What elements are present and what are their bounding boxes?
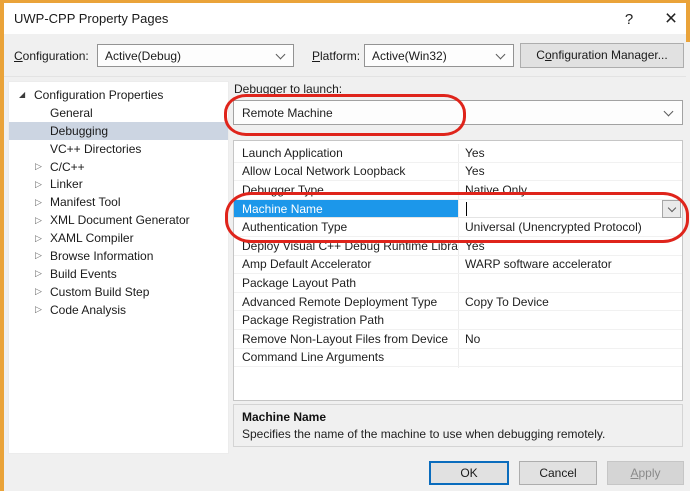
property-row[interactable]: Allow Local Network Loopback Yes xyxy=(234,163,682,182)
tree-item[interactable]: ▷ Manifest Tool xyxy=(9,193,228,211)
tree-item[interactable]: VC++ Directories xyxy=(9,140,228,158)
tree-item[interactable]: Debugging xyxy=(9,122,228,140)
tree-item-label: Code Analysis xyxy=(50,303,126,317)
tree-item[interactable]: ▷ XAML Compiler xyxy=(9,229,228,247)
property-name: Allow Local Network Loopback xyxy=(234,164,458,178)
description-panel: Machine Name Specifies the name of the m… xyxy=(233,404,683,447)
annotation-circle-remote-machine xyxy=(224,94,466,136)
tree-item[interactable]: ▷ Custom Build Step xyxy=(9,283,228,301)
window-title: UWP-CPP Property Pages xyxy=(14,11,168,26)
tree-expander-icon[interactable]: ▷ xyxy=(35,161,50,172)
window-border-left xyxy=(0,0,4,491)
property-pages-window: UWP-CPP Property Pages ? × Configuration… xyxy=(0,0,690,499)
tree-item[interactable]: ▷ Linker xyxy=(9,175,228,193)
tree-item[interactable]: ▷ Build Events xyxy=(9,265,228,283)
cancel-button[interactable]: Cancel xyxy=(519,461,597,485)
property-value: Yes xyxy=(458,146,682,160)
tree-item-label: XML Document Generator xyxy=(50,213,190,227)
property-name: Remove Non-Layout Files from Device xyxy=(234,332,458,346)
property-row[interactable]: Remove Non-Layout Files from Device No xyxy=(234,330,682,349)
tree-expander-icon[interactable]: ▷ xyxy=(35,286,50,297)
tree-item-label: VC++ Directories xyxy=(50,142,141,156)
chevron-down-icon xyxy=(664,107,674,117)
configuration-label: Configuration: xyxy=(14,49,89,63)
window-border-top xyxy=(0,0,690,3)
tree-item[interactable]: General xyxy=(9,104,228,122)
property-name: Launch Application xyxy=(234,146,458,160)
description-text: Specifies the name of the machine to use… xyxy=(242,427,674,441)
tree-expander-icon[interactable]: ▷ xyxy=(35,215,50,226)
tree-item[interactable]: ◢ Configuration Properties xyxy=(9,86,228,104)
property-name: Command Line Arguments xyxy=(234,350,458,364)
property-value: Yes xyxy=(458,164,682,178)
property-row[interactable]: Advanced Remote Deployment Type Copy To … xyxy=(234,293,682,312)
tree-item-label: Custom Build Step xyxy=(50,285,149,299)
platform-label: Platform: xyxy=(312,49,360,63)
platform-value: Active(Win32) xyxy=(372,49,447,63)
tree-item-label: C/C++ xyxy=(50,160,85,174)
tree-expander-icon[interactable]: ▷ xyxy=(35,268,50,279)
chevron-down-icon xyxy=(276,50,286,60)
property-name: Package Layout Path xyxy=(234,276,458,290)
property-row[interactable]: Package Registration Path xyxy=(234,311,682,330)
ok-button[interactable]: OK xyxy=(429,461,509,485)
platform-select[interactable]: Active(Win32) xyxy=(364,44,514,67)
tree-item[interactable]: ▷ XML Document Generator xyxy=(9,211,228,229)
property-row[interactable]: Command Line Arguments xyxy=(234,349,682,368)
property-row[interactable]: Amp Default Accelerator WARP software ac… xyxy=(234,256,682,275)
configuration-value: Active(Debug) xyxy=(105,49,181,63)
tree-expander-icon[interactable]: ▷ xyxy=(35,197,50,208)
tree-item-label: Configuration Properties xyxy=(34,88,163,102)
property-grid: Launch Application Yes Allow Local Netwo… xyxy=(233,140,683,401)
tree-item-label: Browse Information xyxy=(50,249,153,263)
tree-item-label: Manifest Tool xyxy=(50,195,120,209)
property-value: WARP software accelerator xyxy=(458,257,682,271)
property-value: Copy To Device xyxy=(458,295,682,309)
title-bar: UWP-CPP Property Pages ? × xyxy=(4,3,686,34)
annotation-circle-machine-name xyxy=(225,192,689,243)
tree-item-label: Debugging xyxy=(50,124,108,138)
tree-expander-icon[interactable]: ▷ xyxy=(35,233,50,244)
property-row[interactable]: Launch Application Yes xyxy=(234,144,682,163)
tree-item-label: General xyxy=(50,106,93,120)
help-icon[interactable]: ? xyxy=(616,8,642,32)
tree-expander-icon[interactable]: ▷ xyxy=(35,250,50,261)
apply-button[interactable]: Apply xyxy=(607,461,684,485)
property-name: Advanced Remote Deployment Type xyxy=(234,295,458,309)
tree-expander-icon[interactable]: ▷ xyxy=(35,304,50,315)
property-value: No xyxy=(458,332,682,346)
tree-item[interactable]: ▷ Browse Information xyxy=(9,247,228,265)
tree-item-label: XAML Compiler xyxy=(50,231,134,245)
config-tree: ◢ Configuration Properties General Debug… xyxy=(8,81,229,454)
tree-item[interactable]: ▷ C/C++ xyxy=(9,158,228,176)
configuration-manager-button[interactable]: Configuration Manager... xyxy=(520,43,684,68)
tree-expander-icon[interactable]: ▷ xyxy=(35,179,50,190)
tree-item-label: Linker xyxy=(50,177,83,191)
tree-expander-icon[interactable]: ◢ xyxy=(19,90,34,99)
configuration-select[interactable]: Active(Debug) xyxy=(97,44,294,67)
description-title: Machine Name xyxy=(242,410,674,424)
close-icon[interactable]: × xyxy=(656,5,686,33)
tree-item-label: Build Events xyxy=(50,267,117,281)
tree-item[interactable]: ▷ Code Analysis xyxy=(9,301,228,319)
configuration-row: Configuration: Active(Debug) Platform: A… xyxy=(4,34,686,77)
chevron-down-icon xyxy=(496,50,506,60)
window-border-right xyxy=(686,0,690,42)
property-name: Amp Default Accelerator xyxy=(234,257,458,271)
property-name: Package Registration Path xyxy=(234,313,458,327)
property-row[interactable]: Package Layout Path xyxy=(234,274,682,293)
